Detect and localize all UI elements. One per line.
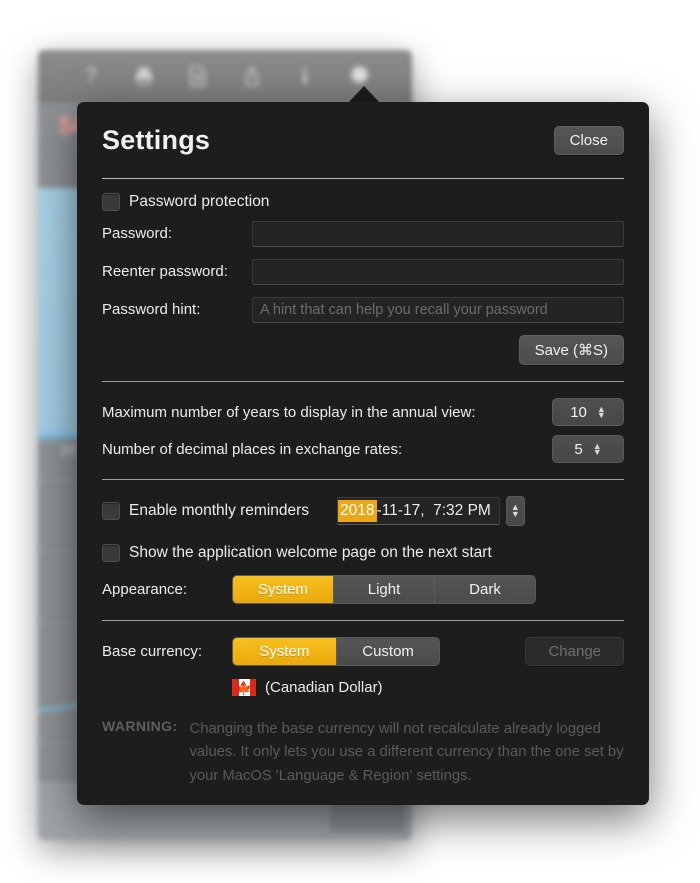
password-label: Password:: [102, 225, 173, 242]
welcome-page-label: Show the application welcome page on the…: [129, 544, 492, 561]
appearance-row: Appearance: System Light Dark: [102, 575, 624, 604]
reenter-password-field[interactable]: [252, 258, 624, 285]
monthly-reminders-checkbox[interactable]: [102, 502, 120, 520]
currency-name-label: (Canadian Dollar): [265, 679, 383, 696]
base-currency-option-system[interactable]: System: [233, 638, 337, 665]
monthly-reminders-row: Enable monthly reminders 2018 -11-17, 7:…: [102, 496, 624, 526]
divider-reminders: [102, 479, 624, 480]
dialog-header: Settings Close: [102, 102, 624, 172]
password-protection-row[interactable]: Password protection: [102, 193, 624, 211]
info-icon[interactable]: [291, 62, 319, 90]
save-row: Save (⌘S): [102, 335, 624, 365]
monthly-reminders-check[interactable]: Enable monthly reminders: [102, 502, 309, 520]
decimal-places-stepper[interactable]: 5 ▲ ▼: [552, 435, 624, 463]
page-title: Settings: [102, 124, 211, 155]
welcome-page-checkbox[interactable]: [102, 544, 120, 562]
password-field[interactable]: [252, 220, 624, 247]
max-years-row: Maximum number of years to display in th…: [102, 398, 624, 426]
warning-text: Changing the base currency will not reca…: [189, 721, 624, 784]
decimal-places-row: Number of decimal places in exchange rat…: [102, 435, 624, 463]
reminder-date-rest: -11-17, 7:32 PM: [376, 502, 491, 519]
max-years-value: 10: [570, 403, 587, 421]
password-hint-placeholder: A hint that can help you recall your pas…: [260, 301, 548, 318]
base-currency-option-custom[interactable]: Custom: [336, 638, 440, 665]
appearance-segmented-control[interactable]: System Light Dark: [232, 575, 536, 604]
decimal-places-value: 5: [574, 440, 583, 458]
reenter-password-label: Reenter password:: [102, 263, 228, 280]
divider-numbers: [102, 381, 624, 382]
appearance-option-light[interactable]: Light: [334, 576, 435, 603]
reminder-datetime-group: 2018 -11-17, 7:32 PM ▲ ▼: [337, 496, 525, 526]
appearance-option-system[interactable]: System: [233, 576, 334, 603]
password-protection-checkbox[interactable]: [102, 193, 120, 211]
divider-header: [102, 178, 624, 179]
warning-label: WARNING:: [102, 718, 178, 734]
monthly-reminders-label: Enable monthly reminders: [129, 502, 310, 519]
current-currency-row: 🍁 (Canadian Dollar): [102, 679, 624, 696]
document-icon[interactable]: [184, 62, 212, 90]
reenter-password-row: Reenter password:: [102, 256, 624, 287]
change-currency-button[interactable]: Change: [525, 637, 624, 666]
base-currency-label: Base currency:: [102, 643, 203, 660]
password-hint-row: Password hint: A hint that can help you …: [102, 294, 624, 325]
canada-flag-icon: 🍁: [232, 679, 256, 696]
password-hint-label: Password hint:: [102, 301, 201, 318]
settings-dialog: Settings Close Password protection Passw…: [77, 102, 649, 805]
chevron-down-icon[interactable]: ▼: [511, 510, 520, 519]
divider-currency: [102, 620, 624, 621]
background-year-label: 20: [60, 442, 76, 458]
base-currency-row: Base currency: System Custom Change: [102, 637, 624, 666]
welcome-page-row[interactable]: Show the application welcome page on the…: [102, 544, 624, 562]
appearance-option-dark[interactable]: Dark: [435, 576, 535, 603]
currency-warning: WARNING: Changing the base currency will…: [102, 718, 624, 788]
reminder-year-segment[interactable]: 2018: [338, 500, 377, 522]
help-icon[interactable]: ?: [77, 62, 105, 90]
close-button[interactable]: Close: [553, 125, 624, 155]
max-years-stepper[interactable]: 10 ▲ ▼: [552, 398, 624, 426]
password-protection-label: Password protection: [129, 193, 270, 210]
screen: ? $4 20 Settings Close Password protecti…: [0, 0, 700, 883]
base-currency-segmented-control[interactable]: System Custom: [232, 637, 441, 666]
password-row: Password:: [102, 218, 624, 249]
max-years-label: Maximum number of years to display in th…: [102, 403, 476, 421]
password-hint-field[interactable]: A hint that can help you recall your pas…: [252, 296, 624, 323]
save-button[interactable]: Save (⌘S): [518, 335, 624, 365]
reminder-datetime-field[interactable]: 2018 -11-17, 7:32 PM: [337, 497, 500, 525]
decimal-places-label: Number of decimal places in exchange rat…: [102, 440, 403, 458]
print-icon[interactable]: [130, 62, 158, 90]
chevron-updown-icon[interactable]: ▲ ▼: [597, 405, 606, 420]
appearance-label: Appearance:: [102, 581, 188, 598]
reminder-datetime-stepper[interactable]: ▲ ▼: [505, 496, 525, 526]
share-icon[interactable]: [238, 62, 266, 90]
chevron-updown-icon[interactable]: ▲ ▼: [593, 442, 602, 457]
